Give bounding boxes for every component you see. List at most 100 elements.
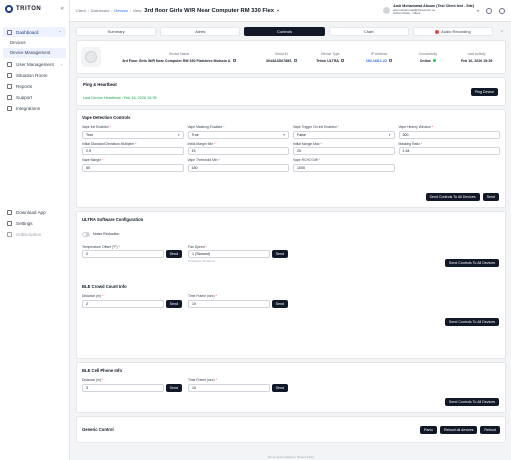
field-label: Vape Margin *	[82, 158, 184, 162]
sidebar-item-subscription[interactable]: Subscription	[3, 229, 67, 239]
field-label-text: Distance (m)	[82, 378, 102, 382]
tab-alerts[interactable]: Alerts	[160, 27, 241, 36]
send-controls-all-button[interactable]: Send Controls To All Devices	[425, 193, 480, 201]
required-mark: *	[320, 141, 322, 146]
copy-icon[interactable]	[388, 58, 393, 63]
ble-crowd-timeframe-input[interactable]: 10	[188, 299, 270, 308]
view-device-value: 3rd floor Girls W/R Near Computer RM 330…	[144, 7, 275, 14]
sidebar-item-dashboard[interactable]: Dashboard ⌃	[3, 27, 66, 37]
send-controls-all-button[interactable]: Send Controls To All Devices	[444, 318, 499, 326]
ble-crowd-distance-input[interactable]: 2	[82, 299, 164, 308]
vape-margin-input[interactable]: 50	[82, 163, 184, 172]
field-label: Distance (m) *	[82, 294, 182, 298]
sidebar-item-label: Download App	[16, 209, 46, 215]
vape-rcho-diff-input[interactable]: 1000	[293, 163, 395, 172]
vape-actions: Send Controls To All Devices Send	[425, 193, 499, 201]
sidebar-item-device-management[interactable]: Device Management	[3, 48, 66, 58]
type-value: Triton ULTRA	[316, 58, 345, 63]
breadcrumb: Client / Dashboard / Devices / View: 3rd…	[76, 8, 279, 14]
vape-init-enabled-select[interactable]: True ▾	[82, 130, 184, 139]
vape-threshold-min-input[interactable]: 150	[187, 163, 289, 172]
masking-ratio-input[interactable]: 1.54	[398, 147, 500, 155]
sidebar-item-support[interactable]: Support	[3, 92, 66, 102]
settings-icon[interactable]	[486, 7, 492, 14]
send-button[interactable]: Send	[482, 193, 499, 201]
notification-bell-icon[interactable]: ◔	[497, 27, 506, 36]
sidebar-item-settings[interactable]: Settings	[3, 218, 67, 228]
crumb-devices[interactable]: Devices	[114, 9, 128, 13]
edit-icon[interactable]	[232, 58, 236, 63]
serial-col: Serial ID 3043A3D0788S	[257, 52, 306, 63]
crumb-dashboard[interactable]: Dashboard	[91, 9, 110, 13]
panic-button[interactable]: Panic	[420, 425, 438, 434]
field-label-text: Vape Masking Enabled	[187, 125, 223, 129]
collapse-sidebar-button[interactable]: «	[61, 6, 64, 12]
sidebar-item-download-app[interactable]: Download App	[3, 207, 67, 217]
temp-offset-input[interactable]: 0	[82, 250, 164, 258]
tab-chart[interactable]: Chart	[328, 27, 409, 36]
copy-icon[interactable]	[293, 58, 297, 63]
field-label: Initial Standard Deviation Multiplier *	[82, 142, 184, 146]
sidebar-item-user-management[interactable]: User Management ›	[3, 59, 66, 69]
vape-field: Masking Ratio * 1.54	[398, 142, 500, 155]
field-value: True	[86, 132, 94, 137]
send-fan-button[interactable]: Send	[271, 250, 288, 258]
avatar	[383, 6, 391, 14]
reboot-all-button[interactable]: Reboot all devices	[440, 425, 478, 434]
send-controls-all-button[interactable]: Send Controls To All Devices	[444, 259, 499, 267]
reboot-button[interactable]: Reboot	[480, 425, 500, 434]
field-label-text: Initial Margin Min	[187, 141, 214, 146]
distance-row: 2 Send	[82, 299, 182, 308]
fan-speed-input[interactable]: 1 (Slowest)	[188, 250, 270, 258]
field-value: True	[191, 132, 199, 137]
chevron-up-icon: ⌃	[58, 29, 62, 35]
notification-icon[interactable]	[499, 7, 505, 14]
tab-audio-recording[interactable]: Audio Recording	[412, 27, 494, 36]
ble-cell-distance-input[interactable]: 3	[82, 383, 164, 392]
user-menu[interactable]: Amir Mohammad Absum (Test Client test - …	[383, 4, 479, 16]
sidebar-item-integrations[interactable]: Integrations	[3, 103, 66, 113]
field-label: Vape RCHO Diff *	[293, 158, 395, 162]
view-device-select[interactable]: 3rd floor Girls W/R Near Computer RM 330…	[144, 8, 279, 14]
required-mark: *	[205, 244, 207, 249]
ping-device-button[interactable]: Ping Device	[470, 88, 498, 96]
vape-history-window-input[interactable]: 300	[398, 130, 500, 139]
crumb-client[interactable]: Client	[76, 9, 86, 13]
tab-summary[interactable]: Summary	[76, 27, 157, 36]
send-distance-button[interactable]: Send	[165, 299, 182, 308]
send-temp-button[interactable]: Send	[165, 250, 182, 258]
noise-reduction-toggle[interactable]	[82, 232, 90, 237]
ble-cell-timeframe-input[interactable]: 10	[188, 383, 270, 392]
vape-masking-enabled-select[interactable]: True ▾	[187, 130, 289, 139]
tab-controls[interactable]: Controls	[244, 27, 325, 36]
fan-speed-row: 1 (Slowest) Send	[188, 250, 288, 258]
send-controls-all-button[interactable]: Send Controls To All Devices	[444, 398, 499, 406]
std-deviation-multiplier-input[interactable]: 2.5	[82, 147, 184, 155]
reports-icon	[7, 83, 12, 89]
send-timeframe-button[interactable]: Send	[271, 299, 288, 308]
sidebar-item-reports[interactable]: Reports	[3, 81, 66, 91]
initial-margin-max-input[interactable]: 25	[293, 147, 395, 155]
field-label-text: Temperature Offset (°F)	[82, 244, 118, 249]
send-timeframe-button[interactable]: Send	[271, 383, 288, 392]
footer-links[interactable]: Terms and Conditions | Privacy Policy	[76, 455, 506, 459]
field-label: Initial Margin Max *	[293, 142, 395, 146]
required-mark: *	[337, 125, 339, 129]
serial-label: Serial ID	[274, 51, 288, 56]
ip-text[interactable]: 192.168.1.22	[366, 59, 387, 63]
field-label: Fan Speed *	[188, 245, 288, 249]
device-tabs: Summary Alerts Controls Chart Audio Reco…	[76, 26, 506, 37]
vape-field: Vape RCHO Diff * 1000	[293, 158, 395, 172]
field-label: Vape Trigger On Init Enabled *	[293, 125, 395, 129]
timeframe-row: 10 Send	[188, 383, 288, 392]
sidebar-item-situation-room[interactable]: Situation Room	[3, 70, 66, 80]
vape-fields-grid: Vape Init Enabled * True ▾ Vape Masking E…	[82, 125, 500, 172]
card-icon	[7, 231, 12, 237]
initial-margin-min-input[interactable]: 15	[187, 147, 289, 155]
sidebar-item-devices[interactable]: Devices	[0, 38, 69, 48]
vape-trigger-on-init-select[interactable]: False ▾	[293, 130, 395, 139]
crumb-separator: /	[87, 8, 89, 13]
support-icon	[7, 94, 12, 100]
copy-icon[interactable]	[341, 58, 345, 63]
send-distance-button[interactable]: Send	[165, 383, 182, 392]
